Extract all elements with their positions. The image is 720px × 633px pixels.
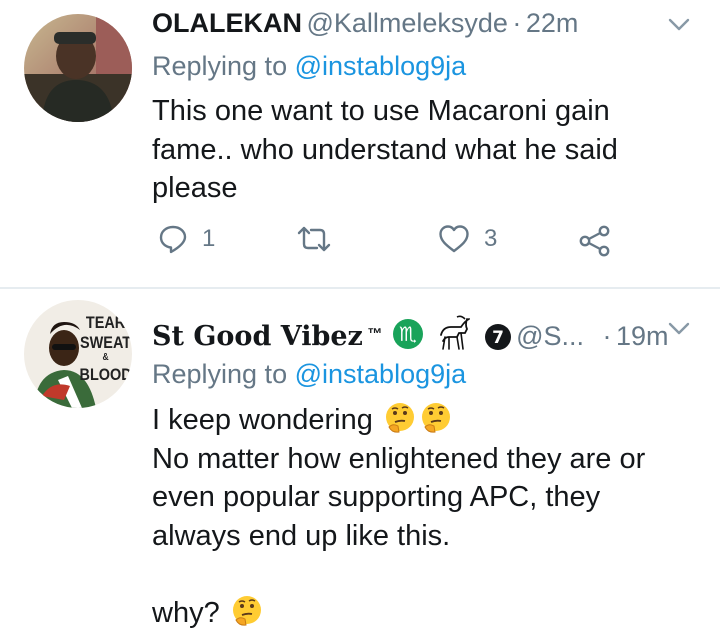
replying-prefix: Replying to [152, 51, 288, 81]
svg-text:♏: ♏ [399, 322, 417, 346]
number-badge: 7 [492, 328, 504, 348]
replying-to: Replying to @instablog9ja [152, 359, 466, 390]
reply-icon [159, 225, 187, 254]
avatar-text: SWEAT [80, 334, 131, 352]
avatar-text: & [103, 351, 109, 362]
tweet-actions: 1 3 [0, 224, 720, 270]
display-name[interactable]: St Good Vibez [152, 321, 363, 352]
goat-icon [440, 315, 471, 350]
reply-button[interactable]: 1 [158, 224, 215, 254]
avatar-text: TEAR [86, 314, 126, 332]
separator: · [512, 8, 522, 38]
tweet-text: I keep wondering No matter how enlighten… [152, 401, 645, 632]
share-button[interactable] [578, 224, 612, 258]
tweet-text-line: I keep wondering [152, 401, 645, 440]
tweet-text-span: why? [152, 596, 220, 629]
chevron-down-icon[interactable] [668, 18, 690, 32]
replying-to-handle[interactable]: @instablog9ja [295, 51, 467, 81]
tweet-text-line: please [152, 172, 238, 204]
tweet-st-good-vibez[interactable]: TEAR SWEAT & BLOOD St Good Vibez ™ ♏ 7 @… [0, 289, 720, 633]
tweet-text-line: This one want to use Macaroni gain [152, 95, 610, 127]
tweet-text-line: why? [152, 594, 645, 633]
thinking-face-icon [385, 403, 414, 433]
display-name[interactable]: OLALEKAN [152, 8, 302, 38]
tweet-text-line [152, 555, 645, 594]
tweet-text-span: I keep wondering [152, 404, 373, 436]
scorpio-icon: ♏ [392, 319, 423, 349]
thinking-face-icon [421, 403, 450, 433]
thinking-face-icon [232, 595, 261, 626]
timestamp[interactable]: 19m [616, 321, 669, 351]
tweet-text-line: always end up like this. [152, 519, 451, 552]
chevron-down-icon[interactable] [668, 322, 690, 336]
tweet-header: St Good Vibez ™ ♏ 7 @S... · 19m [152, 315, 668, 352]
tweet-text-line: even popular supporting APC, they [152, 481, 601, 513]
tweet-text-line: No matter how enlightened they are or [152, 442, 646, 475]
number-badge-icon: 7 [484, 324, 511, 350]
retweet-icon [297, 226, 331, 252]
separator: · [602, 321, 612, 351]
avatar[interactable] [24, 14, 132, 122]
heart-icon [439, 225, 469, 253]
replying-prefix: Replying to [152, 359, 288, 389]
like-count: 3 [484, 225, 498, 252]
retweet-button[interactable] [296, 224, 332, 254]
avatar-text: BLOOD [80, 366, 132, 384]
handle[interactable]: @S... [516, 321, 584, 351]
tweet-olalekan[interactable]: OLALEKAN @Kallmeleksyde · 22m Replying t… [0, 0, 720, 287]
handle[interactable]: @Kallmeleksyde [306, 8, 508, 38]
tweet-text: This one want to use Macaroni gain fame.… [152, 92, 618, 208]
avatar[interactable]: TEAR SWEAT & BLOOD [24, 300, 132, 408]
reply-count: 1 [202, 225, 216, 252]
tweet-text-line: fame.. who understand what he said [152, 133, 618, 166]
share-icon [579, 225, 610, 257]
like-button[interactable]: 3 [438, 224, 497, 254]
tweet-header: OLALEKAN @Kallmeleksyde · 22m [152, 8, 578, 39]
replying-to: Replying to @instablog9ja [152, 51, 466, 82]
replying-to-handle[interactable]: @instablog9ja [295, 359, 467, 389]
timestamp[interactable]: 22m [526, 8, 579, 38]
trademark-symbol: ™ [367, 325, 383, 343]
